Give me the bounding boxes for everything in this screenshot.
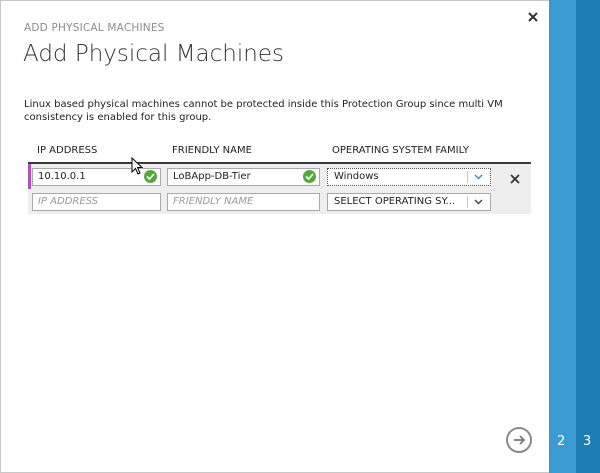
select-divider	[467, 171, 468, 183]
column-header-os-family: OPERATING SYSTEM FAMILY	[332, 145, 469, 156]
remove-row-icon[interactable]	[509, 170, 521, 184]
friendly-name-input[interactable]: FRIENDLY NAME	[167, 193, 320, 211]
info-note: Linux based physical machines cannot be …	[24, 99, 503, 123]
next-arrow-button[interactable]	[506, 427, 532, 453]
valid-check-icon	[144, 170, 157, 183]
os-family-value: Windows	[334, 171, 379, 182]
close-icon[interactable]	[524, 8, 542, 26]
os-family-placeholder: SELECT OPERATING SY...	[334, 196, 456, 207]
arrow-right-icon	[514, 435, 526, 445]
wizard-step-3[interactable]	[576, 0, 600, 473]
os-family-select[interactable]: Windows	[327, 168, 491, 186]
dialog-title: Add Physical Machines	[23, 41, 284, 67]
column-header-friendly-name: FRIENDLY NAME	[172, 145, 252, 156]
valid-check-icon	[303, 170, 316, 183]
chevron-down-icon	[474, 199, 483, 205]
wizard-step-2[interactable]	[549, 0, 576, 473]
column-header-ip-address: IP ADDRESS	[37, 145, 98, 156]
ip-address-input[interactable]: IP ADDRESS	[32, 193, 161, 211]
dialog-kicker: ADD PHYSICAL MACHINES	[24, 22, 165, 34]
friendly-name-field[interactable]: LoBApp-DB-Tier	[167, 168, 320, 186]
select-divider	[467, 196, 468, 208]
row-selection-marker	[28, 164, 31, 189]
dialog-panel	[0, 0, 550, 473]
mouse-pointer-icon	[131, 157, 144, 175]
step-number-2: 2	[557, 434, 566, 449]
step-number-3: 3	[583, 434, 592, 449]
chevron-down-icon	[474, 174, 483, 180]
os-family-select-empty[interactable]: SELECT OPERATING SY...	[327, 193, 491, 211]
